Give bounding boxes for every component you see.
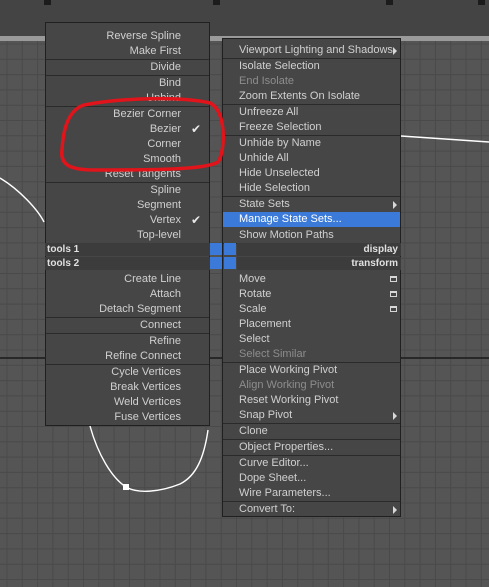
menu-item-reset-tangents[interactable]: Reset Tangents	[105, 167, 181, 182]
menu-item-reset-working-pivot[interactable]: Reset Working Pivot	[239, 393, 338, 408]
checkmark-icon: ✔	[190, 122, 201, 136]
menu-item-convert-to[interactable]: Convert To:	[239, 502, 295, 517]
menu-item-hide-unselected[interactable]: Hide Unselected	[239, 166, 320, 181]
quad-label-tools1: tools 1	[47, 244, 80, 255]
menu-item-zoom-extents-on-isolate[interactable]: Zoom Extents On Isolate	[239, 89, 360, 104]
quad-menu-right: Viewport Lighting and Shadows Isolate Sel…	[222, 38, 401, 517]
quad-title-tools1: tools 1	[45, 243, 210, 256]
menu-item-select[interactable]: Select	[239, 332, 270, 347]
quad-title-transform: transform	[237, 257, 401, 270]
menu-item-scale[interactable]: Scale	[239, 302, 267, 317]
menu-item-top-level[interactable]: Top-level	[137, 228, 181, 243]
menu-item-spline[interactable]: Spline	[150, 183, 181, 198]
quad-center-bottom-right[interactable]	[224, 257, 236, 269]
spline-vertex	[123, 484, 129, 490]
menu-item-clone[interactable]: Clone	[239, 424, 268, 439]
menu-item-manage-state-sets[interactable]: Manage State Sets...	[239, 212, 342, 227]
menu-item-move[interactable]: Move	[239, 272, 266, 287]
menu-item-refine[interactable]: Refine	[149, 334, 181, 349]
quad-center-bottom-left[interactable]	[210, 257, 222, 269]
submenu-arrow-icon	[393, 201, 397, 209]
menu-item-segment[interactable]: Segment	[137, 198, 181, 213]
menu-separator	[46, 317, 209, 318]
menu-item-divide[interactable]: Divide	[150, 60, 181, 75]
menu-separator	[46, 182, 209, 183]
menu-item-isolate-selection[interactable]: Isolate Selection	[239, 59, 320, 74]
menu-item-wire-parameters[interactable]: Wire Parameters...	[239, 486, 331, 501]
menu-item-viewport-lighting-and-shadows[interactable]: Viewport Lighting and Shadows	[239, 43, 393, 58]
menu-item-bezier[interactable]: Bezier	[150, 122, 181, 137]
menu-item-end-isolate[interactable]: End Isolate	[239, 74, 294, 89]
submenu-arrow-icon	[393, 412, 397, 420]
quad-label-display: display	[363, 244, 398, 255]
quad-title-display: display	[237, 243, 401, 256]
menu-item-refine-connect[interactable]: Refine Connect	[105, 349, 181, 364]
menu-item-detach-segment[interactable]: Detach Segment	[99, 302, 181, 317]
menu-item-unfreeze-all[interactable]: Unfreeze All	[239, 105, 298, 120]
menu-item-placement[interactable]: Placement	[239, 317, 291, 332]
menu-item-state-sets[interactable]: State Sets	[239, 197, 290, 212]
menu-item-rotate[interactable]: Rotate	[239, 287, 271, 302]
menu-item-weld-vertices[interactable]: Weld Vertices	[114, 395, 181, 410]
menu-item-corner[interactable]: Corner	[147, 137, 181, 152]
submenu-arrow-icon	[393, 47, 397, 55]
menu-item-show-motion-paths[interactable]: Show Motion Paths	[239, 228, 334, 243]
menu-separator	[46, 59, 209, 60]
quad-menu-left: Reverse Spline Make First Divide Bind Unbind…	[45, 22, 210, 426]
menu-item-create-line[interactable]: Create Line	[124, 272, 181, 287]
quad-label-tools2: tools 2	[47, 258, 80, 269]
settings-box-icon[interactable]	[390, 276, 397, 282]
menu-item-unhide-by-name[interactable]: Unhide by Name	[239, 136, 321, 151]
menu-item-break-vertices[interactable]: Break Vertices	[110, 380, 181, 395]
menu-item-object-properties[interactable]: Object Properties...	[239, 440, 333, 455]
menu-item-vertex[interactable]: Vertex	[150, 213, 181, 228]
spline-segment	[400, 135, 489, 143]
menu-item-dope-sheet[interactable]: Dope Sheet...	[239, 471, 306, 486]
menu-item-place-working-pivot[interactable]: Place Working Pivot	[239, 363, 337, 378]
menu-separator	[46, 75, 209, 76]
menu-item-unbind[interactable]: Unbind	[146, 91, 181, 106]
menu-item-reverse-spline[interactable]: Reverse Spline	[106, 29, 181, 44]
menu-item-cycle-vertices[interactable]: Cycle Vertices	[111, 365, 181, 380]
settings-box-icon[interactable]	[390, 291, 397, 297]
menu-item-make-first[interactable]: Make First	[130, 44, 181, 59]
settings-box-icon[interactable]	[390, 306, 397, 312]
menu-item-smooth[interactable]: Smooth	[143, 152, 181, 167]
menu-item-curve-editor[interactable]: Curve Editor...	[239, 456, 309, 471]
quad-title-tools2: tools 2	[45, 257, 210, 270]
menu-item-bezier-corner[interactable]: Bezier Corner	[113, 107, 181, 122]
menu-item-snap-pivot[interactable]: Snap Pivot	[239, 408, 292, 423]
menu-item-align-working-pivot[interactable]: Align Working Pivot	[239, 378, 334, 393]
menu-item-unhide-all[interactable]: Unhide All	[239, 151, 289, 166]
submenu-arrow-icon	[393, 506, 397, 514]
menu-item-attach[interactable]: Attach	[150, 287, 181, 302]
quad-label-transform: transform	[351, 258, 398, 269]
menu-item-bind[interactable]: Bind	[159, 76, 181, 91]
menu-item-fuse-vertices[interactable]: Fuse Vertices	[114, 410, 181, 425]
menu-item-hide-selection[interactable]: Hide Selection	[239, 181, 310, 196]
menu-item-freeze-selection[interactable]: Freeze Selection	[239, 120, 322, 135]
quad-center-top-right[interactable]	[224, 243, 236, 255]
menu-item-connect[interactable]: Connect	[140, 318, 181, 333]
menu-separator	[46, 333, 209, 334]
checkmark-icon: ✔	[190, 213, 201, 227]
quad-center-top-left[interactable]	[210, 243, 222, 255]
menu-item-select-similar[interactable]: Select Similar	[239, 347, 306, 362]
